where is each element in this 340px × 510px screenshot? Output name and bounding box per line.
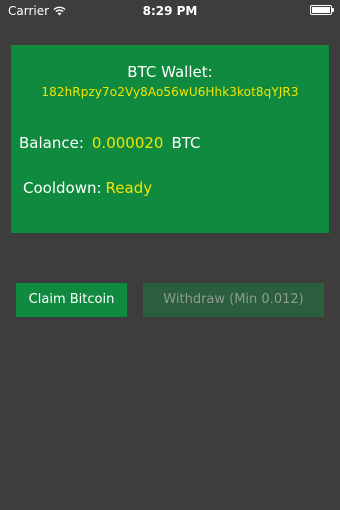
battery-icon [310,5,334,15]
status-time: 8:29 PM [142,4,198,18]
cooldown-label: Cooldown: [23,179,102,197]
status-bar: Carrier 8:29 PM [0,0,340,22]
cooldown-row: Cooldown: Ready [23,179,152,197]
claim-bitcoin-button[interactable]: Claim Bitcoin [16,283,127,317]
balance-unit: BTC [171,134,201,152]
balance-value: 0.000020 [91,134,164,152]
withdraw-button[interactable]: Withdraw (Min 0.012) [143,283,324,317]
wallet-card: BTC Wallet: 182hRpzy7o2Vy8Ao56wU6Hhk3kot… [11,45,329,233]
wallet-title: BTC Wallet: [127,63,213,81]
wallet-address: 182hRpzy7o2Vy8Ao56wU6Hhk3kot8qYJR3 [41,85,299,99]
balance-label: Balance: [19,134,84,152]
balance-row: Balance: 0.000020 BTC [19,134,201,152]
battery-level [312,7,330,13]
cooldown-value: Ready [105,179,153,197]
